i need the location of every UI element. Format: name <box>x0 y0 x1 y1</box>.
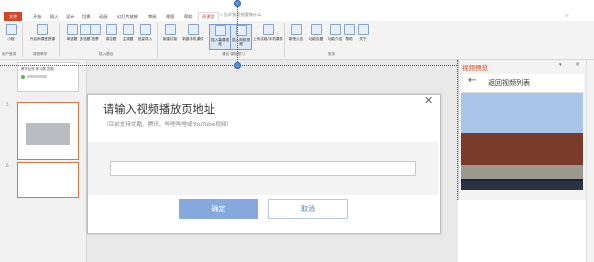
slide-number: 6 <box>6 163 9 168</box>
slide-thumbnail-selected[interactable] <box>17 102 79 160</box>
new-exam-icon <box>164 24 176 35</box>
tab-review[interactable]: 审阅 <box>148 13 156 21</box>
ribbon-separator <box>284 23 285 57</box>
guide-line <box>0 65 237 66</box>
close-icon[interactable]: × <box>575 61 580 68</box>
info-icon <box>329 24 341 35</box>
ok-button[interactable]: 确定 <box>179 199 258 219</box>
ribbon-button-insert-web-video[interactable]: 插入网络视频 <box>230 24 252 50</box>
tab-slideshow[interactable]: 幻灯片放映 <box>117 13 138 21</box>
group-label-login: 用户登录 <box>2 52 17 56</box>
tab-transitions[interactable]: 切换 <box>82 13 90 21</box>
guide-line <box>457 60 458 200</box>
video-controls-bar[interactable] <box>461 181 583 190</box>
dialog-subtitle: （目前支持优酷、腾讯、哔哩哔哩或YouTube视频） <box>103 122 233 128</box>
tab-help[interactable]: 帮助 <box>184 13 192 21</box>
cancel-button[interactable]: 取消 <box>268 199 348 219</box>
vote-icon <box>89 24 101 35</box>
help-icon <box>343 24 355 35</box>
ribbon-button-subjective[interactable]: 主观题 <box>119 24 137 41</box>
preview-pane-title: 视频预览 <box>462 64 488 72</box>
ribbon-button-announcement[interactable]: 新授公告 <box>287 24 305 41</box>
back-to-video-list[interactable]: 返回视频列表 <box>488 78 530 88</box>
video-url-input[interactable] <box>110 161 416 176</box>
announcement-icon <box>290 24 302 35</box>
ribbon-button-help[interactable]: 帮助 <box>343 24 355 41</box>
ribbon-button-upload[interactable]: 上传试卷/手机课件 <box>253 24 283 41</box>
ribbon-button-new-mobile-courseware[interactable]: 新建手机课件 <box>181 24 205 41</box>
subjective-icon <box>122 24 134 35</box>
tell-me-label: 告诉我您想要做什么 <box>223 12 262 17</box>
ribbon-button-start-class[interactable]: 开启雨课堂授课 <box>29 24 56 41</box>
ribbon-button-about[interactable]: 关于 <box>357 24 369 41</box>
video-player[interactable] <box>461 93 583 189</box>
slide-number: 5 <box>6 102 9 107</box>
pane-options-icon[interactable]: ▾ <box>559 62 562 68</box>
tab-insert[interactable]: 插入 <box>50 13 58 21</box>
ribbon-button-settings[interactable]: 功能设置 <box>307 24 325 41</box>
fill-blank-icon <box>105 24 117 35</box>
ribbon-button-batch-import[interactable]: 批量导入 <box>136 24 154 41</box>
batch-import-icon <box>139 24 151 35</box>
mooc-video-icon <box>214 25 226 36</box>
ribbon-button-intro[interactable]: 功能介绍 <box>326 24 344 41</box>
back-arrow-icon[interactable]: ← <box>468 75 476 86</box>
about-icon <box>357 24 369 35</box>
video-sky <box>461 93 583 133</box>
tell-me-search[interactable]: ⌕ 告诉我您想要做什么 <box>220 12 261 18</box>
group-label-insert-question: 插入题目 <box>99 52 114 56</box>
group-label-preview: 课后·课前预习 <box>222 52 245 56</box>
ribbon-button-vote[interactable]: 投票 <box>89 24 101 41</box>
group-label-teaching: 课堂教学 <box>33 52 48 56</box>
tab-view[interactable]: 视图 <box>166 13 174 21</box>
dialog-title: 请输入视频播放页地址 <box>103 103 215 116</box>
gear-icon <box>310 24 322 35</box>
tab-animations[interactable]: 动画 <box>99 13 107 21</box>
ribbon-button-insert-mooc-video[interactable]: 插入幕课视频 <box>209 24 231 50</box>
ribbon-button-new-exam[interactable]: 新建试卷 <box>161 24 179 41</box>
guide-handle <box>234 62 241 69</box>
mobile-courseware-icon <box>187 24 199 35</box>
slide-thumbnail[interactable] <box>17 162 79 198</box>
search-icon: ⌕ <box>220 12 223 17</box>
ribbon-button-login[interactable]: 小程 <box>2 24 20 41</box>
upload-icon <box>262 24 274 35</box>
slide-thumbnail-text: 教学反馈 练习题 答题 <box>21 67 54 71</box>
tab-design[interactable]: 设计 <box>66 13 74 21</box>
ribbon-button-fill-blank[interactable]: 填空题 <box>102 24 120 41</box>
guide-line <box>237 0 238 64</box>
video-placeholder <box>26 123 70 145</box>
ribbon-separator <box>59 23 60 57</box>
guide-handle <box>234 0 241 7</box>
close-icon[interactable]: ✕ <box>424 94 433 107</box>
ribbon-separator <box>157 23 158 57</box>
user-icon[interactable]: ⚇ <box>565 13 569 18</box>
status-dot <box>21 75 25 79</box>
login-icon <box>5 24 17 35</box>
group-label-more: 更多 <box>328 52 336 56</box>
video-ground <box>461 165 583 179</box>
ribbon-separator <box>22 23 23 57</box>
tab-file[interactable]: 文件 <box>4 12 23 21</box>
slide-text-line <box>27 75 47 78</box>
vertical-scrollbar[interactable] <box>586 60 594 262</box>
slide-thumbnail[interactable]: 教学反馈 练习题 答题 <box>17 62 79 92</box>
tab-home[interactable]: 开始 <box>33 13 41 21</box>
guide-line <box>240 65 457 66</box>
start-class-icon <box>37 24 48 35</box>
